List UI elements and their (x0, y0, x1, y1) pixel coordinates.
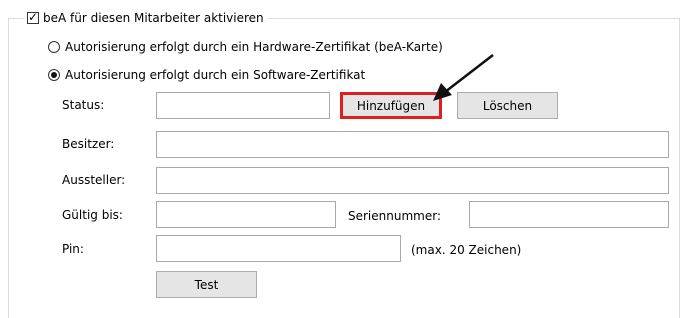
test-button-label: Test (194, 277, 219, 292)
pin-field[interactable] (156, 235, 401, 262)
owner-label: Besitzer: (62, 137, 115, 151)
valid-until-label: Gültig bis: (62, 208, 123, 222)
pin-hint: (max. 20 Zeichen) (411, 243, 522, 257)
serial-label: Seriennummer: (348, 209, 441, 223)
radio-button[interactable] (48, 41, 60, 53)
status-field[interactable] (156, 92, 330, 119)
checkmark-icon: ✓ (28, 10, 39, 24)
pin-label: Pin: (62, 242, 84, 256)
radio-button[interactable] (48, 69, 60, 81)
issuer-label: Aussteller: (62, 173, 126, 187)
add-button-label: Hinzufügen (356, 98, 426, 113)
annotation-arrow-icon (433, 54, 494, 101)
radio-software-cert[interactable]: Autorisierung erfolgt durch ein Software… (48, 66, 365, 84)
radio-hardware-cert[interactable]: Autorisierung erfolgt durch ein Hardware… (48, 38, 443, 56)
test-button[interactable]: Test (156, 271, 257, 298)
radio-hardware-label: Autorisierung erfolgt durch ein Hardware… (65, 40, 443, 54)
radio-selected-dot (51, 72, 57, 78)
owner-field[interactable] (156, 131, 669, 158)
bea-activate-label: beA für diesen Mitarbeiter aktivieren (43, 11, 264, 25)
status-label: Status: (62, 98, 105, 112)
radio-software-label: Autorisierung erfolgt durch ein Software… (65, 68, 366, 82)
valid-until-field[interactable] (156, 201, 336, 228)
issuer-field[interactable] (156, 167, 669, 194)
serial-field[interactable] (469, 201, 669, 228)
bea-activate-checkbox[interactable]: ✓ (27, 10, 39, 24)
bea-activate-checkbox-row[interactable]: ✓ beA für diesen Mitarbeiter aktivieren (24, 9, 268, 27)
